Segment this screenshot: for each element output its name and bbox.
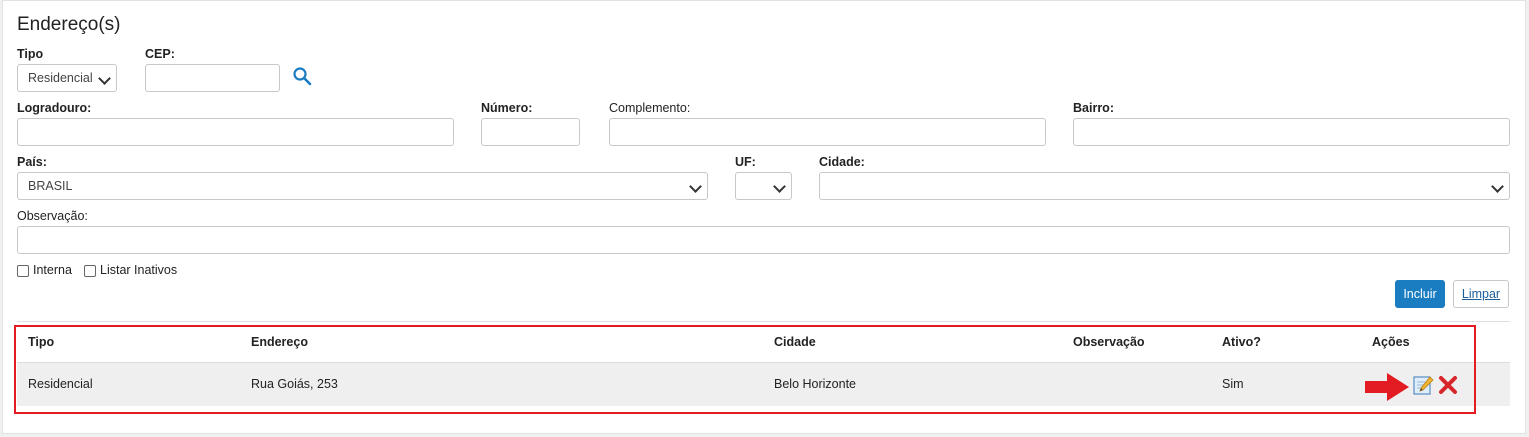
listar-inativos-checkbox[interactable] — [84, 265, 96, 277]
bairro-label: Bairro: — [1073, 101, 1114, 115]
observacao-label: Observação: — [17, 209, 88, 223]
uf-label: UF: — [735, 155, 756, 169]
complemento-input[interactable] — [609, 118, 1046, 146]
uf-select[interactable] — [735, 172, 792, 200]
cidade-select[interactable] — [819, 172, 1510, 200]
pais-value: BRASIL — [28, 179, 73, 193]
highlight-box — [14, 325, 1476, 414]
tipo-select[interactable]: Residencial — [17, 64, 117, 92]
chevron-down-icon — [689, 180, 702, 193]
incluir-button[interactable]: Incluir — [1395, 280, 1445, 308]
search-icon[interactable] — [292, 66, 312, 86]
numero-label: Número: — [481, 101, 533, 115]
chevron-down-icon — [773, 180, 786, 193]
logradouro-label: Logradouro: — [17, 101, 92, 115]
divider — [17, 321, 1510, 322]
cep-input[interactable] — [145, 64, 280, 92]
tipo-value: Residencial — [28, 71, 93, 85]
listar-inativos-label: Listar Inativos — [100, 263, 178, 277]
section-title: Endereço(s) — [17, 14, 121, 35]
limpar-button[interactable]: Limpar — [1453, 280, 1509, 308]
complemento-label: Complemento: — [609, 101, 691, 115]
interna-checkbox[interactable] — [17, 265, 29, 277]
observacao-input[interactable] — [17, 226, 1510, 254]
numero-input[interactable] — [481, 118, 580, 146]
chevron-down-icon — [98, 72, 111, 85]
cep-label: CEP: — [145, 47, 175, 61]
logradouro-input[interactable] — [17, 118, 454, 146]
pais-select[interactable]: BRASIL — [17, 172, 708, 200]
bairro-input[interactable] — [1073, 118, 1510, 146]
cidade-label: Cidade: — [819, 155, 865, 169]
pais-label: País: — [17, 155, 47, 169]
chevron-down-icon — [1491, 180, 1504, 193]
interna-label: Interna — [33, 263, 72, 277]
tipo-label: Tipo — [17, 47, 44, 61]
